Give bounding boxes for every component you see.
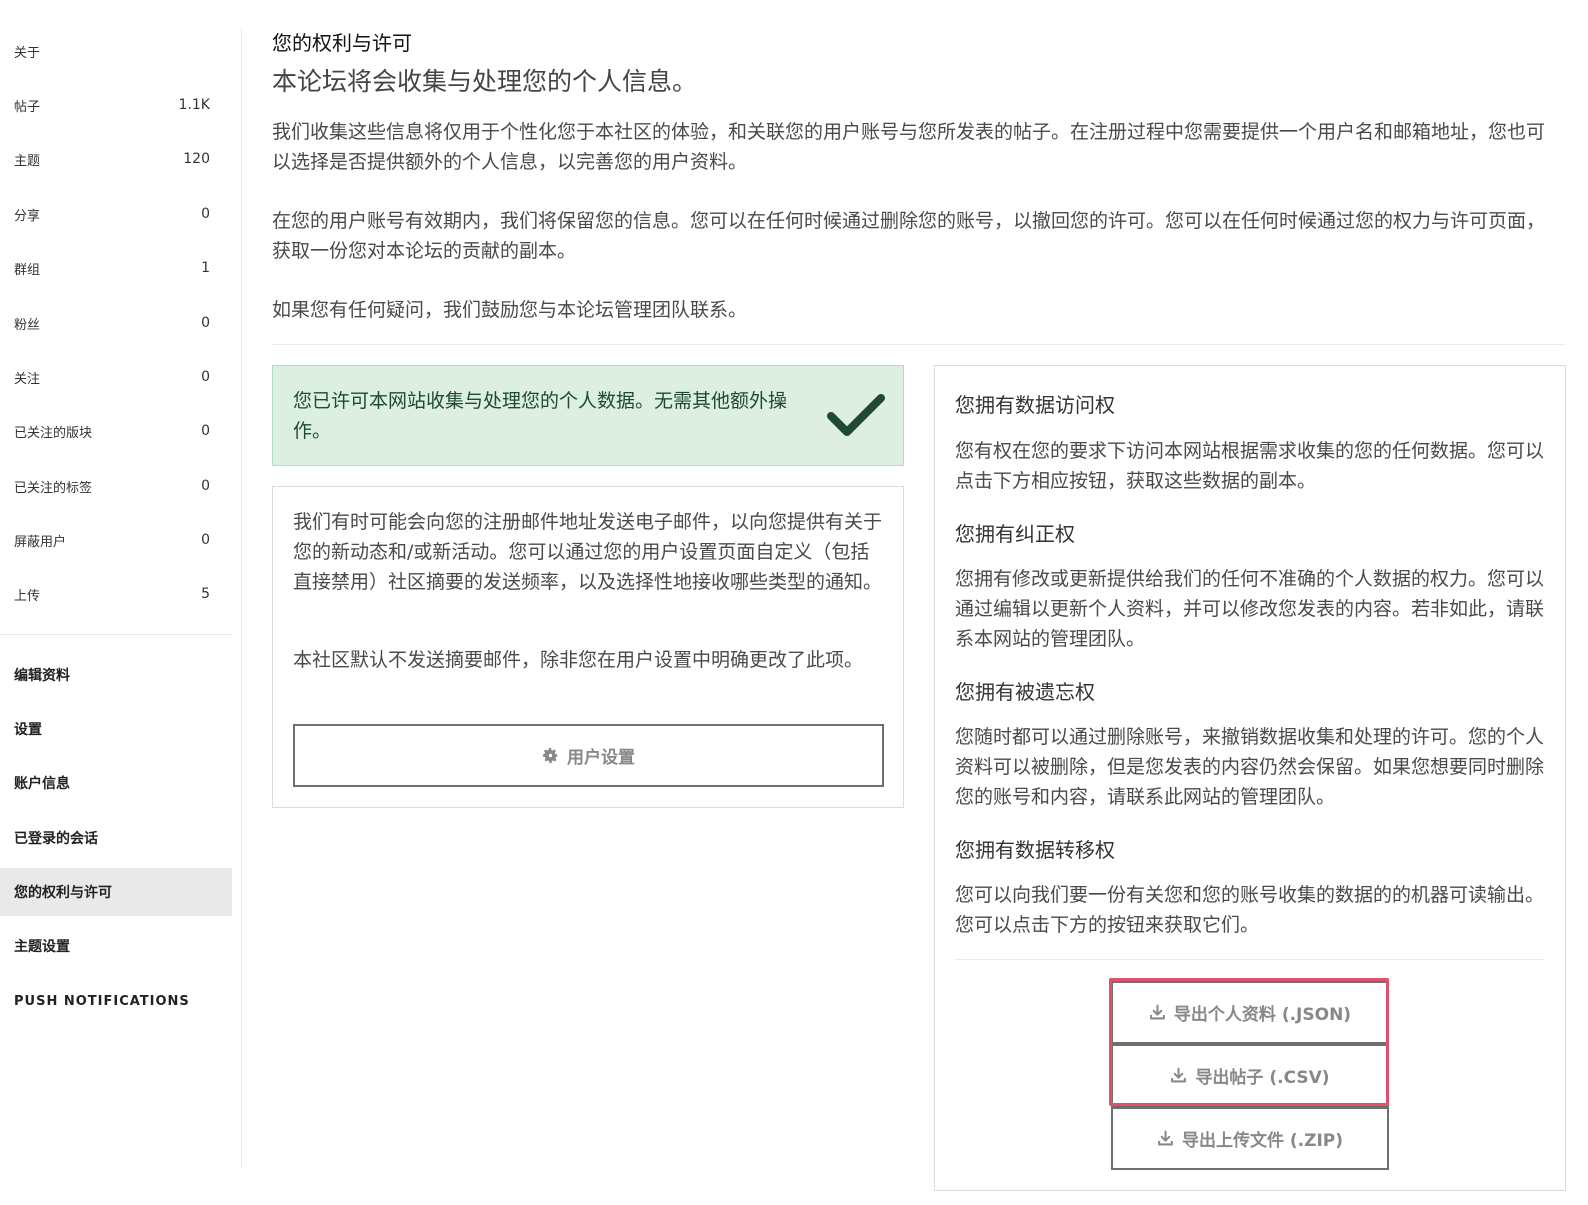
data-rights-panel: 您拥有数据访问权 您有权在您的要求下访问本网站根据需求收集的您的任何数据。您可以… (934, 365, 1566, 1191)
page-subtitle: 本论坛将会收集与处理您的个人信息。 (272, 67, 698, 96)
sidebar-item-blocked-users[interactable]: 屏蔽用户 0 (0, 513, 232, 567)
email-default-text: 本社区默认不发送摘要邮件，除非您在用户设置中明确更改了此项。 (293, 649, 864, 671)
sidebar-item-label: 群组 (14, 262, 41, 278)
sidebar-item-sessions[interactable]: 已登录的会话 (0, 814, 232, 862)
sidebar-item-account-info[interactable]: 账户信息 (0, 759, 232, 807)
right-rectification-text: 您拥有修改或更新提供给我们的任何不准确的个人数据的权力。您可以通过编辑以更新个人… (955, 568, 1545, 650)
sidebar-item-count: 0 (201, 206, 210, 222)
download-icon (1171, 1067, 1187, 1083)
sidebar-item-shares[interactable]: 分享 0 (0, 187, 232, 241)
sidebar-item-watched-categories[interactable]: 已关注的版块 0 (0, 404, 232, 458)
page-title: 您的权利与许可 (272, 31, 412, 55)
sidebar-item-label: 已关注的标签 (14, 480, 93, 496)
export-posts-label: 导出帖子 (.CSV) (1195, 1068, 1330, 1088)
consent-text: 您已许可本网站收集与处理您的个人数据。无需其他额外操作。 (293, 390, 788, 442)
sidebar-item-label: 分享 (14, 208, 41, 224)
sidebar-item-edit-profile[interactable]: 编辑资料 (0, 651, 232, 699)
sidebar-item-count: 0 (201, 369, 210, 385)
contact-paragraph: 如果您有任何疑问，我们鼓励您与本论坛管理团队联系。 (272, 299, 748, 321)
right-access-heading: 您拥有数据访问权 (955, 393, 1115, 417)
retention-paragraph: 在您的用户账号有效期内，我们将保留您的信息。您可以在任何时候通过删除您的账号，以… (272, 210, 1546, 262)
right-erasure-text: 您随时都可以通过删除账号，来撤销数据收集和处理的许可。您的个人资料可以被删除，但… (955, 726, 1545, 808)
sidebar-item-count: 1.1K (178, 97, 210, 113)
email-digest-panel: 我们有时可能会向您的注册邮件地址发送电子邮件，以向您提供有关于您的新动态和/或新… (272, 486, 904, 808)
right-portability-heading: 您拥有数据转移权 (955, 838, 1115, 862)
download-icon (1158, 1130, 1173, 1146)
section-divider (272, 344, 1566, 345)
sidebar-item-label: 已关注的版块 (14, 425, 93, 441)
sidebar-item-label: 上传 (14, 588, 41, 604)
sidebar-item-consent[interactable]: 您的权利与许可 (0, 868, 232, 916)
sidebar-item-count: 0 (201, 532, 210, 548)
right-portability-text: 您可以向我们要一份有关您和您的账号收集的数据的的机器可读输出。您可以点击下方的按… (955, 884, 1545, 936)
sidebar-item-uploads[interactable]: 上传 5 (0, 567, 232, 621)
sidebar-item-following[interactable]: 关注 0 (0, 350, 232, 404)
consent-alert: 您已许可本网站收集与处理您的个人数据。无需其他额外操作。 (272, 365, 904, 466)
intro-paragraph: 我们收集这些信息将仅用于个性化您于本社区的体验，和关联您的用户账号与您所发表的帖… (272, 121, 1546, 173)
right-erasure-heading: 您拥有被遗忘权 (955, 680, 1095, 704)
sidebar: 关于 帖子 1.1K 主题 120 分享 0 群组 1 粉丝 0 关注 0 已关… (0, 0, 232, 1205)
sidebar-item-label: 关注 (14, 371, 41, 387)
sidebar-item-count: 5 (201, 586, 210, 602)
sidebar-separator (241, 28, 242, 1168)
right-rectification-heading: 您拥有纠正权 (955, 522, 1075, 546)
user-settings-label: 用户设置 (567, 748, 635, 768)
sidebar-item-count: 120 (183, 151, 210, 167)
sidebar-divider (0, 634, 232, 635)
sidebar-item-settings[interactable]: 设置 (0, 705, 232, 753)
sidebar-item-topics[interactable]: 主题 120 (0, 132, 232, 186)
sidebar-item-groups[interactable]: 群组 1 (0, 241, 232, 295)
export-profile-button[interactable]: 导出个人资料 (.JSON) (1111, 981, 1389, 1044)
gear-icon (542, 747, 558, 764)
sidebar-item-label: 粉丝 (14, 317, 41, 333)
sidebar-item-label: 屏蔽用户 (14, 534, 67, 550)
sidebar-item-theme-settings[interactable]: 主题设置 (0, 922, 232, 970)
download-icon (1150, 1004, 1165, 1020)
sidebar-item-label: 帖子 (14, 99, 41, 115)
sidebar-item-followers[interactable]: 粉丝 0 (0, 296, 232, 350)
rights-divider (955, 959, 1545, 960)
export-uploads-button[interactable]: 导出上传文件 (.ZIP) (1111, 1107, 1389, 1170)
sidebar-item-count: 0 (201, 315, 210, 331)
sidebar-item-label: 主题 (14, 153, 41, 169)
checkmark-icon (827, 394, 885, 436)
sidebar-item-push-notifications[interactable]: PUSH NOTIFICATIONS (0, 977, 232, 1025)
sidebar-item-about[interactable]: 关于 (0, 24, 232, 78)
sidebar-item-count: 1 (201, 260, 210, 276)
sidebar-item-count: 0 (201, 423, 210, 439)
export-posts-button[interactable]: 导出帖子 (.CSV) (1111, 1044, 1389, 1107)
email-info-text: 我们有时可能会向您的注册邮件地址发送电子邮件，以向您提供有关于您的新动态和/或新… (293, 511, 883, 593)
user-settings-button[interactable]: 用户设置 (293, 724, 884, 787)
export-profile-label: 导出个人资料 (.JSON) (1173, 1005, 1352, 1025)
sidebar-item-label: 关于 (14, 45, 41, 61)
sidebar-item-watched-tags[interactable]: 已关注的标签 0 (0, 459, 232, 513)
export-uploads-label: 导出上传文件 (.ZIP) (1181, 1131, 1344, 1151)
sidebar-item-count: 0 (201, 478, 210, 494)
sidebar-item-posts[interactable]: 帖子 1.1K (0, 78, 232, 132)
right-access-text: 您有权在您的要求下访问本网站根据需求收集的您的任何数据。您可以点击下方相应按钮，… (955, 440, 1545, 492)
